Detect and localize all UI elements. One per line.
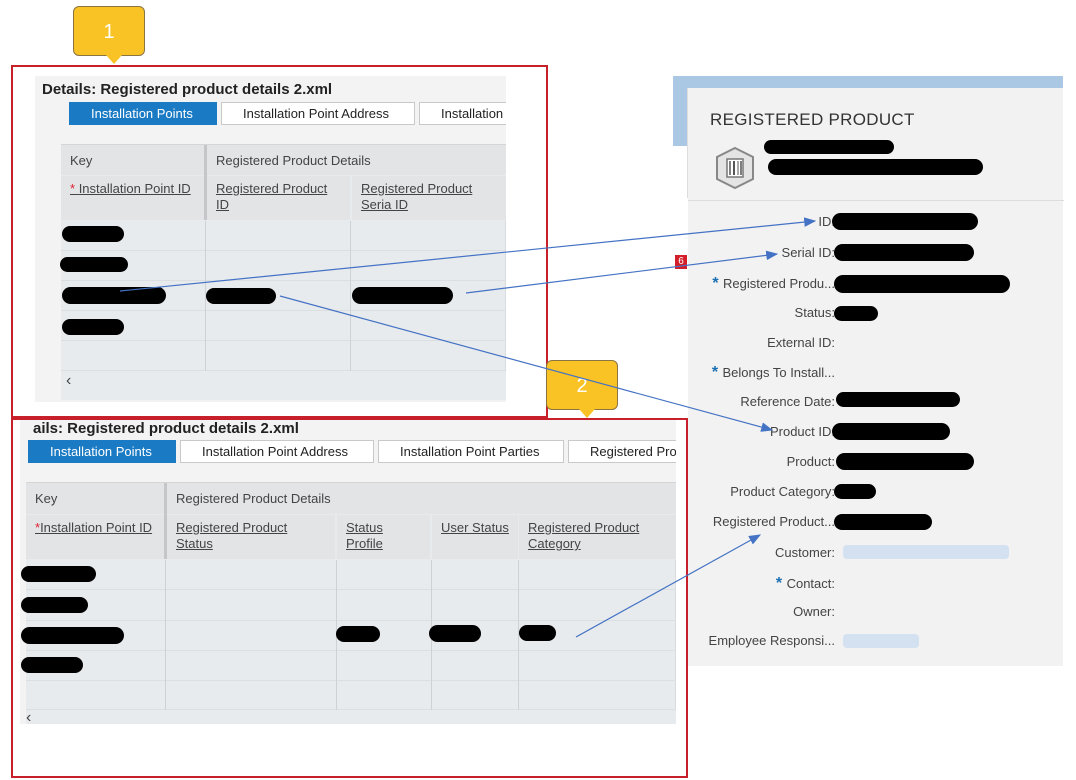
arrow-product-to-product-id	[279, 295, 774, 432]
arrow-serial-to-serial-id	[465, 250, 779, 294]
mapping-arrows	[119, 217, 817, 638]
arrow-category-to-registered-product	[575, 534, 762, 638]
arrow-installation-point-to-id	[119, 217, 817, 292]
